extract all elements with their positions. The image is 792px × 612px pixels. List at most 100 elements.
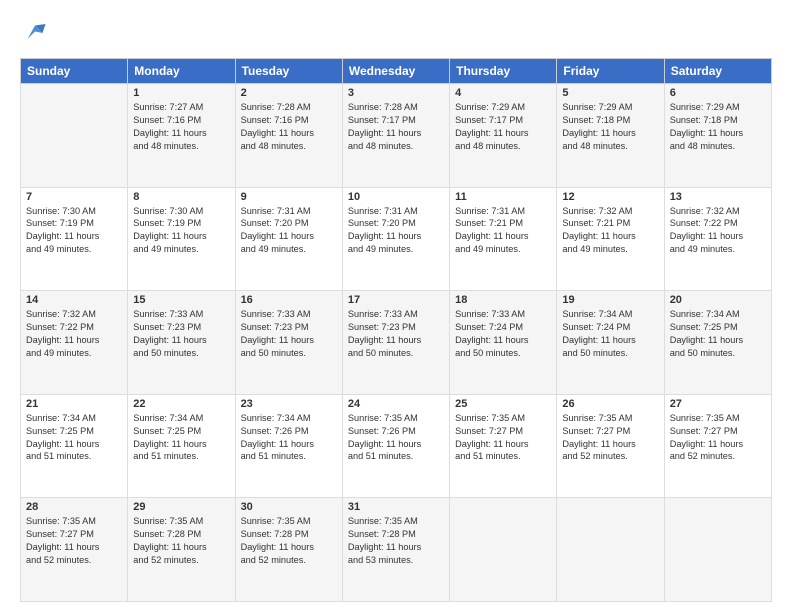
cell-text: Sunrise: 7:30 AM Sunset: 7:19 PM Dayligh…	[26, 205, 122, 257]
cell-text: Sunrise: 7:33 AM Sunset: 7:24 PM Dayligh…	[455, 308, 551, 360]
day-number: 18	[455, 294, 551, 306]
calendar-cell: 13Sunrise: 7:32 AM Sunset: 7:22 PM Dayli…	[664, 187, 771, 291]
calendar-cell	[664, 498, 771, 602]
calendar-table: SundayMondayTuesdayWednesdayThursdayFrid…	[20, 58, 772, 602]
calendar-row: 21 Sunrise: 7:34 AM Sunset: 7:25 PM Dayli…	[21, 394, 772, 498]
calendar-cell: 21 Sunrise: 7:34 AM Sunset: 7:25 PM Dayli…	[21, 394, 128, 498]
calendar-row: 14 Sunrise: 7:32 AM Sunset: 7:22 PM Dayli…	[21, 291, 772, 395]
day-number: 11	[455, 191, 551, 203]
calendar-cell: 8 Sunrise: 7:30 AM Sunset: 7:19 PM Daylig…	[128, 187, 235, 291]
day-number: 4	[455, 87, 551, 99]
cell-text: Sunrise: 7:35 AM Sunset: 7:28 PM Dayligh…	[133, 515, 229, 567]
day-number: 9	[241, 191, 337, 203]
cell-text: Sunrise: 7:35 AM Sunset: 7:28 PM Dayligh…	[348, 515, 444, 567]
cell-text: Sunrise: 7:33 AM Sunset: 7:23 PM Dayligh…	[241, 308, 337, 360]
cell-text: Sunrise: 7:32 AM Sunset: 7:22 PM Dayligh…	[26, 308, 122, 360]
cell-text: Sunrise: 7:34 AM Sunset: 7:26 PM Dayligh…	[241, 412, 337, 464]
calendar-cell: 30 Sunrise: 7:35 AM Sunset: 7:28 PM Dayli…	[235, 498, 342, 602]
day-number: 20	[670, 294, 766, 306]
column-header-saturday: Saturday	[664, 59, 771, 84]
calendar-cell	[557, 498, 664, 602]
calendar-cell: 11 Sunrise: 7:31 AM Sunset: 7:21 PM Dayli…	[450, 187, 557, 291]
cell-text: Sunrise: 7:35 AM Sunset: 7:28 PM Dayligh…	[241, 515, 337, 567]
cell-text: Sunrise: 7:31 AM Sunset: 7:21 PM Dayligh…	[455, 205, 551, 257]
cell-text: Sunrise: 7:34 AM Sunset: 7:25 PM Dayligh…	[670, 308, 766, 360]
header	[20, 18, 772, 48]
calendar-cell: 28 Sunrise: 7:35 AM Sunset: 7:27 PM Dayli…	[21, 498, 128, 602]
calendar-cell: 2 Sunrise: 7:28 AM Sunset: 7:16 PM Daylig…	[235, 84, 342, 188]
column-header-thursday: Thursday	[450, 59, 557, 84]
calendar-cell: 26Sunrise: 7:35 AM Sunset: 7:27 PM Dayli…	[557, 394, 664, 498]
day-number: 25	[455, 398, 551, 410]
calendar-cell: 16 Sunrise: 7:33 AM Sunset: 7:23 PM Dayli…	[235, 291, 342, 395]
day-number: 24	[348, 398, 444, 410]
calendar-cell: 31 Sunrise: 7:35 AM Sunset: 7:28 PM Dayli…	[342, 498, 449, 602]
calendar-row: 28 Sunrise: 7:35 AM Sunset: 7:27 PM Dayli…	[21, 498, 772, 602]
cell-text: Sunrise: 7:33 AM Sunset: 7:23 PM Dayligh…	[348, 308, 444, 360]
calendar-cell: 3Sunrise: 7:28 AM Sunset: 7:17 PM Daylig…	[342, 84, 449, 188]
cell-text: Sunrise: 7:35 AM Sunset: 7:26 PM Dayligh…	[348, 412, 444, 464]
cell-text: Sunrise: 7:29 AM Sunset: 7:18 PM Dayligh…	[562, 101, 658, 153]
cell-text: Sunrise: 7:33 AM Sunset: 7:23 PM Dayligh…	[133, 308, 229, 360]
calendar-cell: 7Sunrise: 7:30 AM Sunset: 7:19 PM Daylig…	[21, 187, 128, 291]
cell-text: Sunrise: 7:29 AM Sunset: 7:18 PM Dayligh…	[670, 101, 766, 153]
cell-text: Sunrise: 7:29 AM Sunset: 7:17 PM Dayligh…	[455, 101, 551, 153]
calendar-cell: 24 Sunrise: 7:35 AM Sunset: 7:26 PM Dayli…	[342, 394, 449, 498]
cell-text: Sunrise: 7:34 AM Sunset: 7:24 PM Dayligh…	[562, 308, 658, 360]
calendar-cell: 15 Sunrise: 7:33 AM Sunset: 7:23 PM Dayli…	[128, 291, 235, 395]
cell-text: Sunrise: 7:34 AM Sunset: 7:25 PM Dayligh…	[133, 412, 229, 464]
calendar-cell: 1 Sunrise: 7:27 AM Sunset: 7:16 PM Daylig…	[128, 84, 235, 188]
calendar-cell: 10Sunrise: 7:31 AM Sunset: 7:20 PM Dayli…	[342, 187, 449, 291]
logo	[20, 18, 54, 48]
cell-text: Sunrise: 7:34 AM Sunset: 7:25 PM Dayligh…	[26, 412, 122, 464]
day-number: 8	[133, 191, 229, 203]
cell-text: Sunrise: 7:27 AM Sunset: 7:16 PM Dayligh…	[133, 101, 229, 153]
cell-text: Sunrise: 7:35 AM Sunset: 7:27 PM Dayligh…	[670, 412, 766, 464]
cell-text: Sunrise: 7:31 AM Sunset: 7:20 PM Dayligh…	[241, 205, 337, 257]
day-number: 12	[562, 191, 658, 203]
logo-bird-icon	[20, 18, 50, 48]
calendar-cell	[21, 84, 128, 188]
calendar-cell: 23 Sunrise: 7:34 AM Sunset: 7:26 PM Dayli…	[235, 394, 342, 498]
cell-text: Sunrise: 7:32 AM Sunset: 7:21 PM Dayligh…	[562, 205, 658, 257]
calendar-cell: 9 Sunrise: 7:31 AM Sunset: 7:20 PM Daylig…	[235, 187, 342, 291]
day-number: 28	[26, 501, 122, 513]
cell-text: Sunrise: 7:28 AM Sunset: 7:16 PM Dayligh…	[241, 101, 337, 153]
day-number: 10	[348, 191, 444, 203]
day-number: 16	[241, 294, 337, 306]
cell-text: Sunrise: 7:28 AM Sunset: 7:17 PM Dayligh…	[348, 101, 444, 153]
day-number: 14	[26, 294, 122, 306]
calendar-cell: 17Sunrise: 7:33 AM Sunset: 7:23 PM Dayli…	[342, 291, 449, 395]
day-number: 19	[562, 294, 658, 306]
calendar-row: 1 Sunrise: 7:27 AM Sunset: 7:16 PM Daylig…	[21, 84, 772, 188]
column-header-monday: Monday	[128, 59, 235, 84]
day-number: 5	[562, 87, 658, 99]
day-number: 6	[670, 87, 766, 99]
cell-text: Sunrise: 7:35 AM Sunset: 7:27 PM Dayligh…	[455, 412, 551, 464]
day-number: 15	[133, 294, 229, 306]
calendar-cell: 18 Sunrise: 7:33 AM Sunset: 7:24 PM Dayli…	[450, 291, 557, 395]
day-number: 1	[133, 87, 229, 99]
calendar-cell: 4 Sunrise: 7:29 AM Sunset: 7:17 PM Daylig…	[450, 84, 557, 188]
day-number: 21	[26, 398, 122, 410]
day-number: 2	[241, 87, 337, 99]
page: SundayMondayTuesdayWednesdayThursdayFrid…	[0, 0, 792, 612]
column-header-friday: Friday	[557, 59, 664, 84]
calendar-cell: 5 Sunrise: 7:29 AM Sunset: 7:18 PM Daylig…	[557, 84, 664, 188]
calendar-cell: 25 Sunrise: 7:35 AM Sunset: 7:27 PM Dayli…	[450, 394, 557, 498]
cell-text: Sunrise: 7:35 AM Sunset: 7:27 PM Dayligh…	[26, 515, 122, 567]
column-header-sunday: Sunday	[21, 59, 128, 84]
column-header-tuesday: Tuesday	[235, 59, 342, 84]
cell-text: Sunrise: 7:30 AM Sunset: 7:19 PM Dayligh…	[133, 205, 229, 257]
column-header-row: SundayMondayTuesdayWednesdayThursdayFrid…	[21, 59, 772, 84]
calendar-cell: 19 Sunrise: 7:34 AM Sunset: 7:24 PM Dayli…	[557, 291, 664, 395]
calendar-cell: 20 Sunrise: 7:34 AM Sunset: 7:25 PM Dayli…	[664, 291, 771, 395]
day-number: 31	[348, 501, 444, 513]
column-header-wednesday: Wednesday	[342, 59, 449, 84]
calendar-cell: 22 Sunrise: 7:34 AM Sunset: 7:25 PM Dayli…	[128, 394, 235, 498]
calendar-cell	[450, 498, 557, 602]
day-number: 23	[241, 398, 337, 410]
day-number: 22	[133, 398, 229, 410]
day-number: 30	[241, 501, 337, 513]
day-number: 26	[562, 398, 658, 410]
